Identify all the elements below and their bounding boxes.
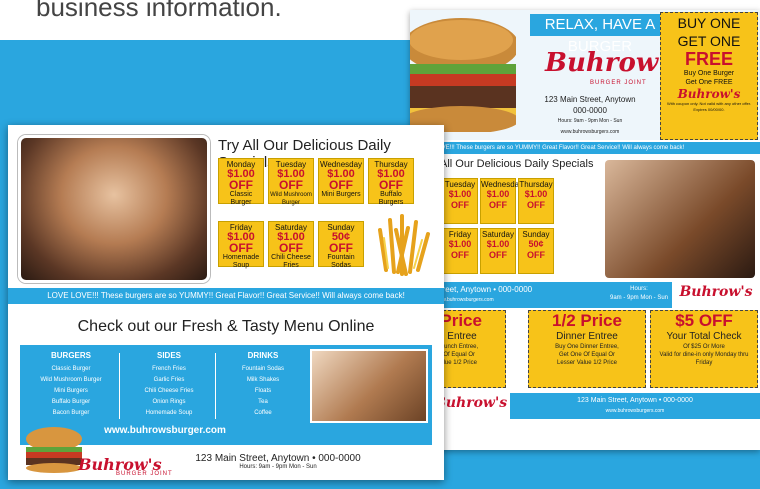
back-footer: Buhrow's 123 Main Street, Anytown • 000-…: [410, 393, 760, 419]
flyer-label: 3-Panel Flyer: [576, 438, 695, 450]
back-phone: 000-0000: [573, 106, 607, 115]
special-wednesday: Wednesday $1.00 OFF Mini Burgers: [318, 158, 364, 204]
back-hours: Hours: 9am - 9pm Mon - Sun: [557, 118, 623, 124]
coupon-dinner: 1/2 Price Dinner Entree Buy One Dinner E…: [528, 310, 646, 388]
menu-title: Check out our Fresh & Tasty Menu Online: [77, 318, 375, 335]
back-love-text: LOVE LOVE!!! These burgers are so YUMMY!…: [410, 142, 760, 154]
banner-text: RELAX, HAVE A BURGER: [530, 14, 670, 55]
back-info-left: Street, Anytown • 000-0000 www.buhrowsbur…: [435, 285, 533, 303]
back-address-block: 123 Main Street, Anytown 000-0000 Hours:…: [525, 94, 655, 138]
front-address-block: 123 Main Street, Anytown • 000-0000 Hour…: [158, 453, 398, 470]
menu-col-sides: SIDES French Fries Garlic Fries Chili Ch…: [144, 351, 194, 416]
special-thursday: Thursday $1.00 OFF Buffalo Burgers: [368, 158, 414, 206]
front-address: 123 Main Street, Anytown • 000-0000: [195, 453, 361, 464]
front-flyer: Try All Our Delicious Daily Specials Mon…: [8, 125, 444, 480]
bogo-sub2: Get One FREE: [685, 79, 733, 86]
back-day-saturday: Saturday $1.00 OFF: [480, 228, 516, 274]
back-logo-sub: BURGER JOINT: [590, 80, 647, 86]
back-family-photo: [605, 160, 755, 278]
back-address: 123 Main Street, Anytown: [544, 95, 636, 104]
small-burger-image: [26, 427, 82, 473]
burger-image: [410, 18, 516, 132]
special-saturday: Saturday $1.00 OFF Chili Cheese Fries: [268, 221, 314, 269]
back-coupons: 1/2 Price Lunch Entree Buy One Lunch Ent…: [410, 310, 760, 390]
special-monday: Monday $1.00 OFF Classic Burger: [218, 158, 264, 206]
menu-divider: [215, 353, 216, 419]
back-info-hours: Hours: 9am - 9pm Mon - Sun: [610, 286, 669, 301]
bogo-line1: BUY ONE: [677, 15, 741, 31]
coupon-five-off: $5 OFF Your Total Check Of $25 Or More V…: [650, 310, 758, 388]
front-hours: Hours: 9am - 9pm Mon - Sun: [239, 464, 317, 470]
back-day-friday: Friday $1.00 OFF: [442, 228, 478, 274]
special-sunday: Sunday 50¢ OFF Fountain Sodas: [318, 221, 364, 269]
bogo-logo: Buhrow's: [677, 87, 741, 101]
back-flyer: RELAX, HAVE A BURGER Buhrow's BURGER JOI…: [410, 10, 760, 450]
menu-photo: [310, 349, 428, 423]
fries-image: [378, 214, 430, 276]
back-day-wednesday: Wednesday $1.00 OFF: [480, 178, 523, 224]
bogo-line2: GET ONE: [677, 33, 741, 49]
front-logo-sub: BURGER JOINT: [116, 471, 173, 477]
love-text: LOVE LOVE!!! These burgers are so YUMMY!…: [8, 288, 444, 304]
special-friday: Friday $1.00 OFF Homemade Soup: [218, 221, 264, 269]
back-specials-title: All Our Delicious Daily Specials: [440, 158, 594, 170]
menu-col-burgers: BURGERS Classic Burger Wild Mushroom Bur…: [40, 351, 102, 416]
back-day-sunday: Sunday 50¢ OFF: [518, 228, 554, 274]
menu-divider: [119, 353, 120, 419]
back-info-bar: Street, Anytown • 000-0000 www.buhrowsbur…: [410, 282, 760, 308]
back-foot-logo: Buhrow's: [434, 395, 508, 411]
back-day-tuesday: Tuesday $1.00 OFF: [442, 178, 478, 224]
menu-col-drinks: DRINKS Fountain Sodas Milk Shakes Floats…: [241, 351, 285, 416]
special-tuesday: Tuesday $1.00 OFF Wild Mushroom Burger: [268, 158, 314, 206]
bogo-free: FREE: [684, 49, 733, 69]
back-website: www.buhrowsburgers.com: [560, 129, 620, 135]
intro-text: business information.: [36, 0, 282, 22]
bogo-coupon: BUY ONE GET ONE FREE Buy One Burger Get …: [660, 12, 758, 140]
bogo-sub1: Buy One Burger: [683, 70, 735, 77]
back-info-logo: Buhrow's: [672, 282, 760, 308]
bogo-fine: With coupon only. Not valid with any oth…: [666, 101, 752, 112]
back-day-thursday: Thursday $1.00 OFF: [518, 178, 554, 224]
family-photo: [18, 135, 210, 283]
back-foot-info: 123 Main Street, Anytown • 000-0000 www.b…: [510, 393, 760, 419]
